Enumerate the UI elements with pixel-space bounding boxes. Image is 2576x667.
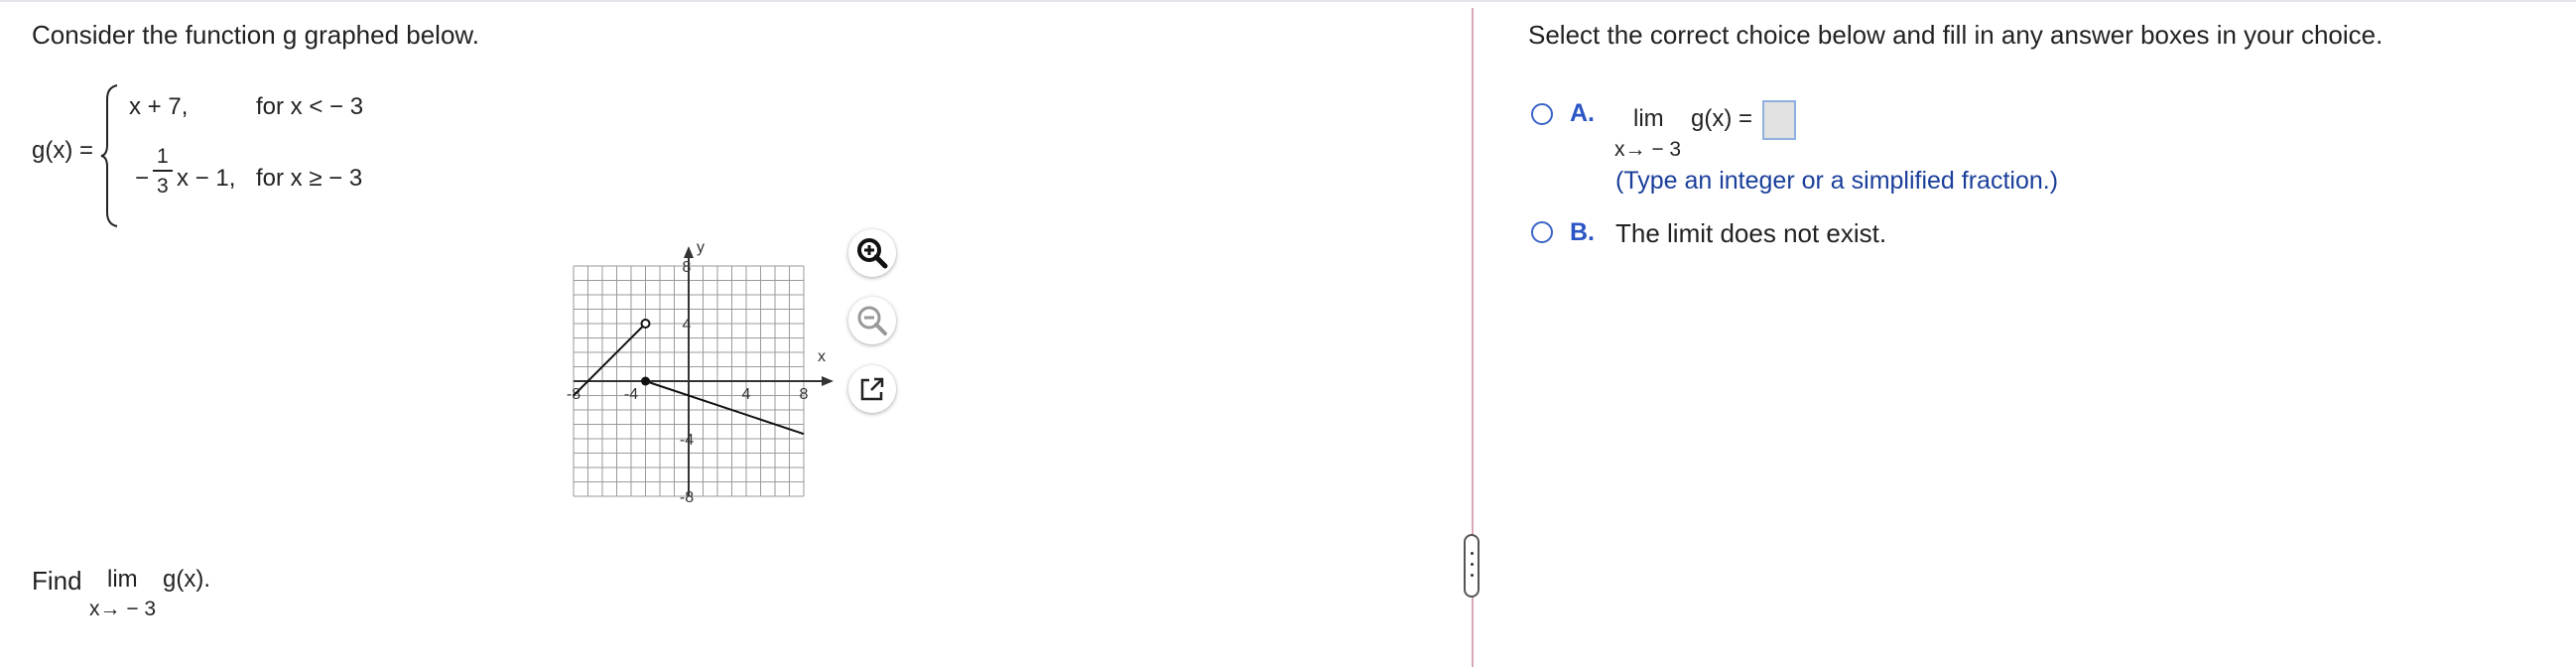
popout-graph-button[interactable] (848, 365, 896, 413)
choice-a-hint: (Type an integer or a simplified fractio… (1615, 167, 2059, 195)
external-window-icon (860, 377, 884, 401)
x-axis-label: x (818, 348, 826, 365)
function-graph: -8 -4 4 884-4-8xy (567, 239, 834, 504)
open-point (640, 319, 651, 329)
y-tick-label: -4 (680, 432, 694, 449)
zoom-out-button[interactable] (848, 297, 896, 344)
fraction-numerator: 1 (157, 145, 169, 168)
y-tick-label: 4 (683, 317, 692, 334)
choice-a-lim: lim (1633, 105, 1664, 132)
choice-b-radio[interactable] (1531, 221, 1553, 243)
x-tick-label: -4 (624, 386, 638, 403)
piece1-expression: x + 7, (129, 93, 189, 120)
fraction-denominator: 3 (157, 175, 169, 198)
find-function: g(x). (163, 566, 210, 593)
choice-a-answer-box[interactable] (1762, 100, 1796, 140)
zoom-in-button[interactable] (848, 229, 896, 277)
piece2-condition: for x ≥ − 3 (256, 165, 363, 192)
y-axis-label: y (697, 239, 705, 256)
y-tick-label: -8 (680, 489, 694, 504)
choice-b-letter[interactable]: B. (1570, 218, 1595, 247)
y-axis-arrow-icon (684, 246, 694, 258)
piece1-line (573, 323, 647, 397)
y-tick-label: 8 (683, 259, 692, 276)
find-label: Find (32, 566, 82, 596)
graph-marks: -8 -4 4 884-4-8xy (567, 239, 834, 504)
x-tick-label: 4 (742, 386, 751, 403)
question-intro: Consider the function g graphed below. (32, 20, 479, 50)
zoom-out-icon (857, 306, 887, 335)
instructions: Select the correct choice below and fill… (1528, 20, 2383, 50)
fraction-bar (153, 170, 173, 172)
piece2-expression: x − 1, (177, 165, 236, 192)
choice-b-text[interactable]: The limit does not exist. (1615, 218, 1886, 249)
piece2-line (645, 380, 805, 436)
choice-a-subscript: x→ − 3 (1614, 138, 1682, 161)
top-border (0, 0, 2576, 2)
x-tick-label: 8 (800, 386, 809, 403)
closed-point (641, 376, 650, 386)
pane-resize-handle[interactable] (1464, 534, 1480, 598)
choice-a-radio[interactable] (1531, 103, 1553, 125)
piece1-condition: for x < − 3 (256, 93, 364, 120)
choice-a-letter[interactable]: A. (1570, 99, 1595, 128)
find-lim: lim (107, 566, 138, 593)
function-name: g(x) = (32, 137, 94, 164)
left-brace-icon (100, 84, 118, 227)
find-subscript: x→ − 3 (89, 598, 157, 620)
x-axis-arrow-icon (822, 376, 834, 386)
zoom-in-icon (857, 238, 888, 269)
piece2-minus: − (135, 165, 150, 192)
choice-a-function: g(x) = (1691, 105, 1753, 132)
